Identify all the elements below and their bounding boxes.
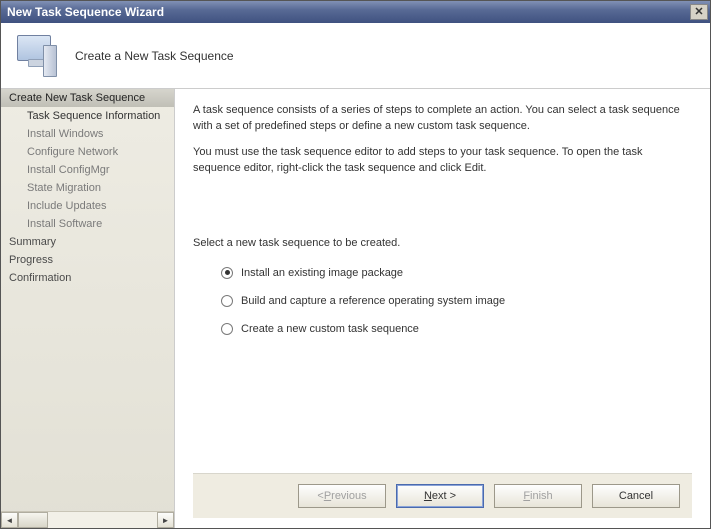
step-nav: Create New Task Sequence Task Sequence I… bbox=[1, 89, 174, 511]
scroll-right-button[interactable]: ► bbox=[157, 512, 174, 528]
wizard-header: Create a New Task Sequence bbox=[1, 23, 710, 89]
window-title: New Task Sequence Wizard bbox=[7, 5, 164, 19]
option-create-custom[interactable]: Create a new custom task sequence bbox=[193, 319, 692, 339]
description-paragraph-2: You must use the task sequence editor to… bbox=[193, 145, 692, 177]
substep-include-updates[interactable]: Include Updates bbox=[1, 197, 174, 215]
substep-configure-network[interactable]: Configure Network bbox=[1, 143, 174, 161]
step-summary[interactable]: Summary bbox=[1, 233, 174, 251]
scroll-thumb[interactable] bbox=[18, 512, 48, 528]
cancel-button[interactable]: Cancel bbox=[592, 484, 680, 508]
button-row: < Previous Next > Finish Cancel bbox=[193, 473, 692, 518]
step-progress[interactable]: Progress bbox=[1, 251, 174, 269]
option-label: Create a new custom task sequence bbox=[241, 323, 419, 335]
substep-install-windows[interactable]: Install Windows bbox=[1, 125, 174, 143]
selection-prompt: Select a new task sequence to be created… bbox=[193, 237, 692, 249]
step-confirmation[interactable]: Confirmation bbox=[1, 269, 174, 287]
previous-button[interactable]: < Previous bbox=[298, 484, 386, 508]
close-button[interactable]: ✕ bbox=[690, 4, 708, 20]
wizard-window: New Task Sequence Wizard ✕ Create a New … bbox=[0, 0, 711, 529]
option-label: Install an existing image package bbox=[241, 267, 403, 279]
close-icon: ✕ bbox=[694, 7, 703, 18]
description-paragraph-1: A task sequence consists of a series of … bbox=[193, 103, 692, 135]
computer-icon bbox=[15, 35, 57, 77]
option-label: Build and capture a reference operating … bbox=[241, 295, 505, 307]
scroll-left-button[interactable]: ◄ bbox=[1, 512, 18, 528]
title-bar: New Task Sequence Wizard ✕ bbox=[1, 1, 710, 23]
content-pane: A task sequence consists of a series of … bbox=[175, 89, 710, 528]
finish-button[interactable]: Finish bbox=[494, 484, 582, 508]
sidebar-horizontal-scrollbar[interactable]: ◄ ► bbox=[1, 511, 174, 528]
option-install-existing-image[interactable]: Install an existing image package bbox=[193, 263, 692, 283]
option-build-and-capture[interactable]: Build and capture a reference operating … bbox=[193, 291, 692, 311]
substep-install-configmgr[interactable]: Install ConfigMgr bbox=[1, 161, 174, 179]
radio-icon bbox=[221, 323, 233, 335]
wizard-body: Create New Task Sequence Task Sequence I… bbox=[1, 89, 710, 528]
radio-icon bbox=[221, 295, 233, 307]
chevron-right-icon: ► bbox=[162, 516, 170, 525]
next-button[interactable]: Next > bbox=[396, 484, 484, 508]
substep-install-software[interactable]: Install Software bbox=[1, 215, 174, 233]
radio-icon bbox=[221, 267, 233, 279]
chevron-left-icon: ◄ bbox=[6, 516, 14, 525]
scroll-track[interactable] bbox=[18, 512, 157, 528]
sidebar: Create New Task Sequence Task Sequence I… bbox=[1, 89, 175, 528]
step-create-new-task-sequence[interactable]: Create New Task Sequence bbox=[1, 89, 174, 107]
substep-task-sequence-information[interactable]: Task Sequence Information bbox=[1, 107, 174, 125]
page-title: Create a New Task Sequence bbox=[75, 49, 234, 63]
substep-state-migration[interactable]: State Migration bbox=[1, 179, 174, 197]
